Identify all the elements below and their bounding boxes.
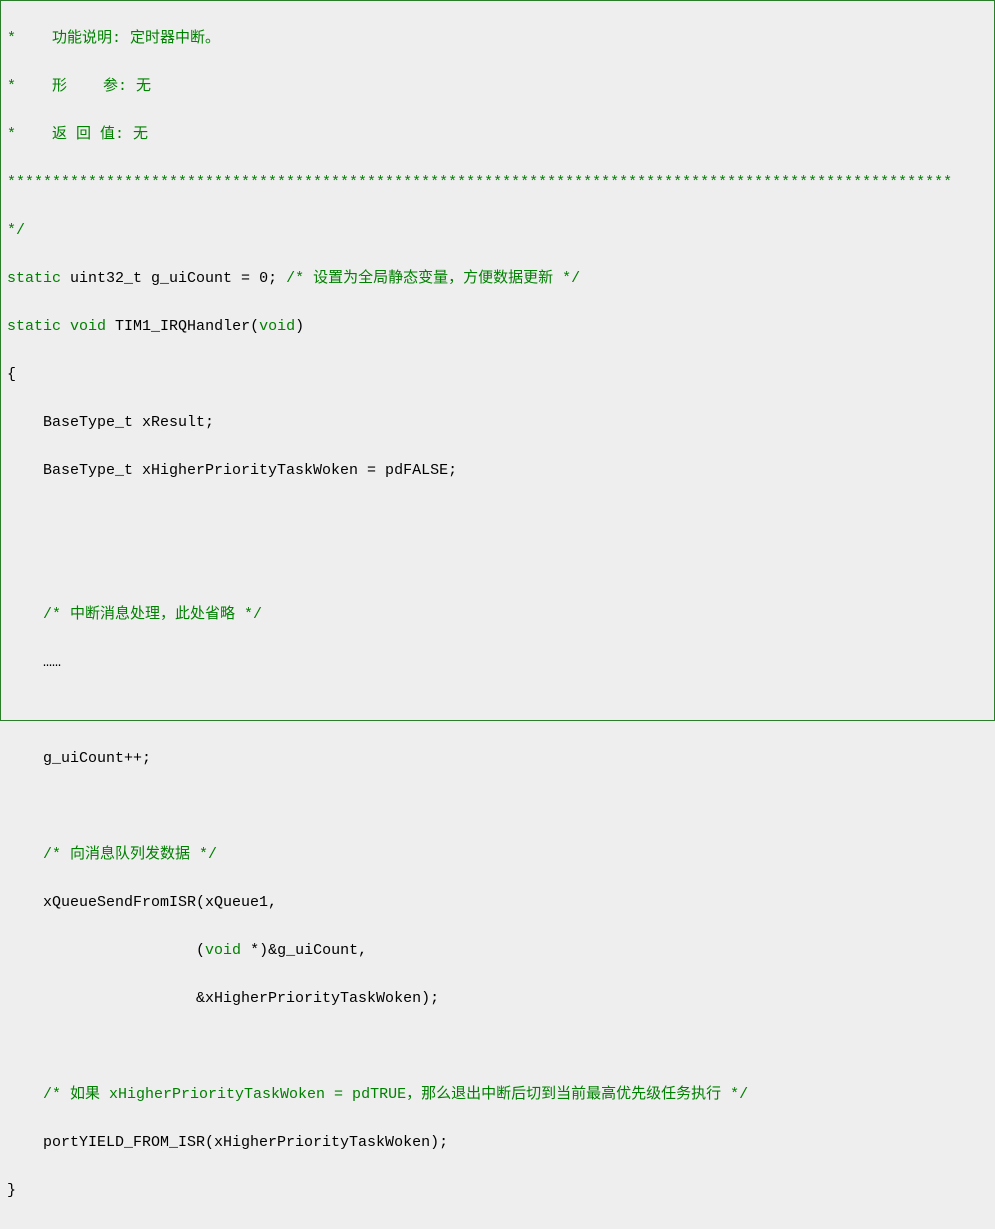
- code-text: TIM1_IRQHandler(: [106, 318, 259, 335]
- code-text: (: [7, 942, 205, 959]
- code-line: [1, 507, 994, 531]
- code-line: ****************************************…: [1, 171, 994, 195]
- code-line: [1, 555, 994, 579]
- code-line: /* 向消息队列发数据 */: [1, 843, 994, 867]
- code-text: xQueueSendFromISR(xQueue1,: [7, 894, 277, 911]
- code-text: BaseType_t xResult;: [7, 414, 214, 431]
- code-line: static uint32_t g_uiCount = 0; /* 设置为全局静…: [1, 267, 994, 291]
- code-text: [61, 318, 70, 335]
- code-line: g_uiCount++;: [1, 747, 994, 771]
- code-line: xQueueSendFromISR(xQueue1,: [1, 891, 994, 915]
- code-line: &xHigherPriorityTaskWoken);: [1, 987, 994, 1011]
- code-text: }: [7, 1182, 16, 1199]
- code-text: uint32_t g_uiCount =: [61, 270, 259, 287]
- type-void: void: [205, 942, 241, 959]
- code-text: ;: [268, 270, 286, 287]
- code-line: }: [1, 1179, 994, 1203]
- code-text: BaseType_t xHigherPriorityTaskWoken = pd…: [7, 462, 457, 479]
- type-void: void: [259, 318, 295, 335]
- code-line: static void TIM1_IRQHandler(void): [1, 315, 994, 339]
- code-line: * 功能说明: 定时器中断。: [1, 27, 994, 51]
- code-line: [1, 699, 994, 723]
- comment-text: /* 设置为全局静态变量，方便数据更新 */: [286, 270, 580, 287]
- code-line: /* 如果 xHigherPriorityTaskWoken = pdTRUE，…: [1, 1083, 994, 1107]
- comment-text: * 形 参: 无: [7, 78, 151, 95]
- code-text: portYIELD_FROM_ISR(xHigherPriorityTaskWo…: [7, 1134, 448, 1151]
- comment-text: * 功能说明: 定时器中断。: [7, 30, 220, 47]
- comment-text: /* 向消息队列发数据 */: [43, 846, 217, 863]
- code-text: {: [7, 366, 16, 383]
- code-block: * 功能说明: 定时器中断。 * 形 参: 无 * 返 回 值: 无 *****…: [1, 1, 994, 1229]
- code-line: */: [1, 219, 994, 243]
- code-line: BaseType_t xHigherPriorityTaskWoken = pd…: [1, 459, 994, 483]
- comment-text: */: [7, 222, 25, 239]
- comment-text: ****************************************…: [7, 174, 952, 191]
- code-line: BaseType_t xResult;: [1, 411, 994, 435]
- code-text: [7, 846, 43, 863]
- code-text: [7, 1086, 43, 1103]
- code-text: [7, 606, 43, 623]
- code-line: * 返 回 值: 无: [1, 123, 994, 147]
- code-line: {: [1, 363, 994, 387]
- code-line: (void *)&g_uiCount,: [1, 939, 994, 963]
- code-text: ……: [7, 654, 61, 671]
- keyword-static: static: [7, 270, 61, 287]
- type-void: void: [70, 318, 106, 335]
- comment-text: /* 如果 xHigherPriorityTaskWoken = pdTRUE，…: [43, 1086, 748, 1103]
- code-text: g_uiCount++;: [7, 750, 151, 767]
- code-line: [1, 1035, 994, 1059]
- keyword-static: static: [7, 318, 61, 335]
- code-line: [1, 795, 994, 819]
- number-literal: 0: [259, 270, 268, 287]
- code-text: ): [295, 318, 304, 335]
- comment-text: * 返 回 值: 无: [7, 126, 148, 143]
- code-text: *)&g_uiCount,: [241, 942, 367, 959]
- code-line: portYIELD_FROM_ISR(xHigherPriorityTaskWo…: [1, 1131, 994, 1155]
- code-line: * 形 参: 无: [1, 75, 994, 99]
- code-line: /* 中断消息处理，此处省略 */: [1, 603, 994, 627]
- comment-text: /* 中断消息处理，此处省略 */: [43, 606, 262, 623]
- code-text: &xHigherPriorityTaskWoken);: [7, 990, 439, 1007]
- code-line: ……: [1, 651, 994, 675]
